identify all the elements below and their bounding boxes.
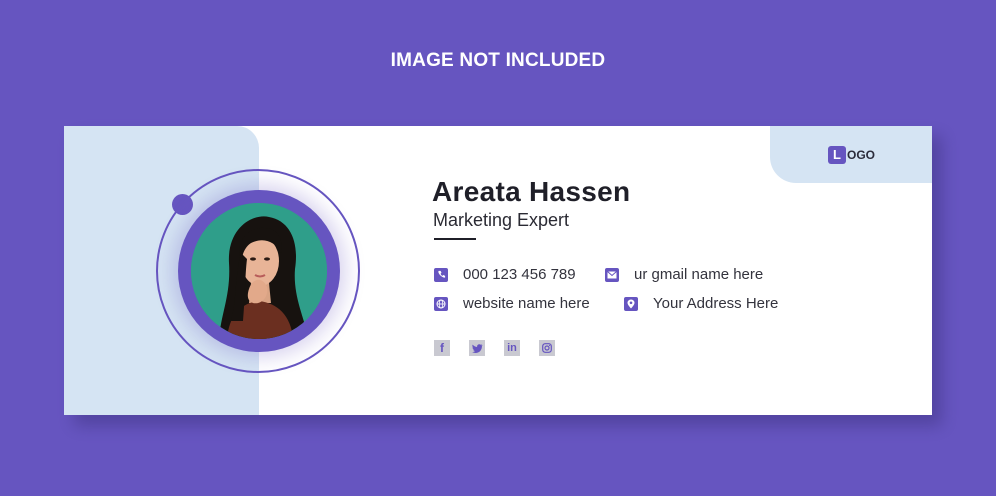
- contact-website[interactable]: website name here: [434, 295, 590, 312]
- globe-icon: [434, 296, 448, 311]
- linkedin-glyph: in: [507, 342, 517, 354]
- portrait-illustration: [191, 203, 327, 339]
- profile-photo: [191, 203, 327, 339]
- contact-phone[interactable]: 000 123 456 789: [434, 266, 576, 283]
- signature-card: L OGO Areata Hassen Marketing Expert 000…: [64, 126, 932, 415]
- linkedin-icon[interactable]: in: [504, 340, 520, 356]
- address-text: Your Address Here: [653, 295, 779, 312]
- twitter-icon[interactable]: [469, 340, 485, 356]
- person-title: Marketing Expert: [433, 210, 570, 230]
- profile-photo-frame: [178, 190, 340, 352]
- phone-icon: [434, 267, 448, 282]
- divider: [434, 238, 476, 240]
- person-name: Areata Hassen: [432, 176, 631, 207]
- logo-text: OGO: [847, 148, 876, 162]
- email-icon: [605, 267, 619, 282]
- facebook-icon[interactable]: f: [434, 340, 450, 356]
- email-text: ur gmail name here: [634, 266, 764, 283]
- instagram-icon[interactable]: [539, 340, 555, 356]
- contact-email[interactable]: ur gmail name here: [605, 266, 763, 283]
- logo: L OGO: [828, 146, 875, 164]
- location-pin-icon: [624, 296, 638, 311]
- orbit-dot: [172, 194, 193, 215]
- phone-text: 000 123 456 789: [463, 266, 576, 283]
- logo-mark: L: [828, 146, 846, 164]
- facebook-glyph: f: [440, 341, 444, 355]
- website-text: website name here: [463, 295, 590, 312]
- contact-address[interactable]: Your Address Here: [624, 295, 778, 312]
- banner-title: IMAGE NOT INCLUDED: [390, 50, 606, 71]
